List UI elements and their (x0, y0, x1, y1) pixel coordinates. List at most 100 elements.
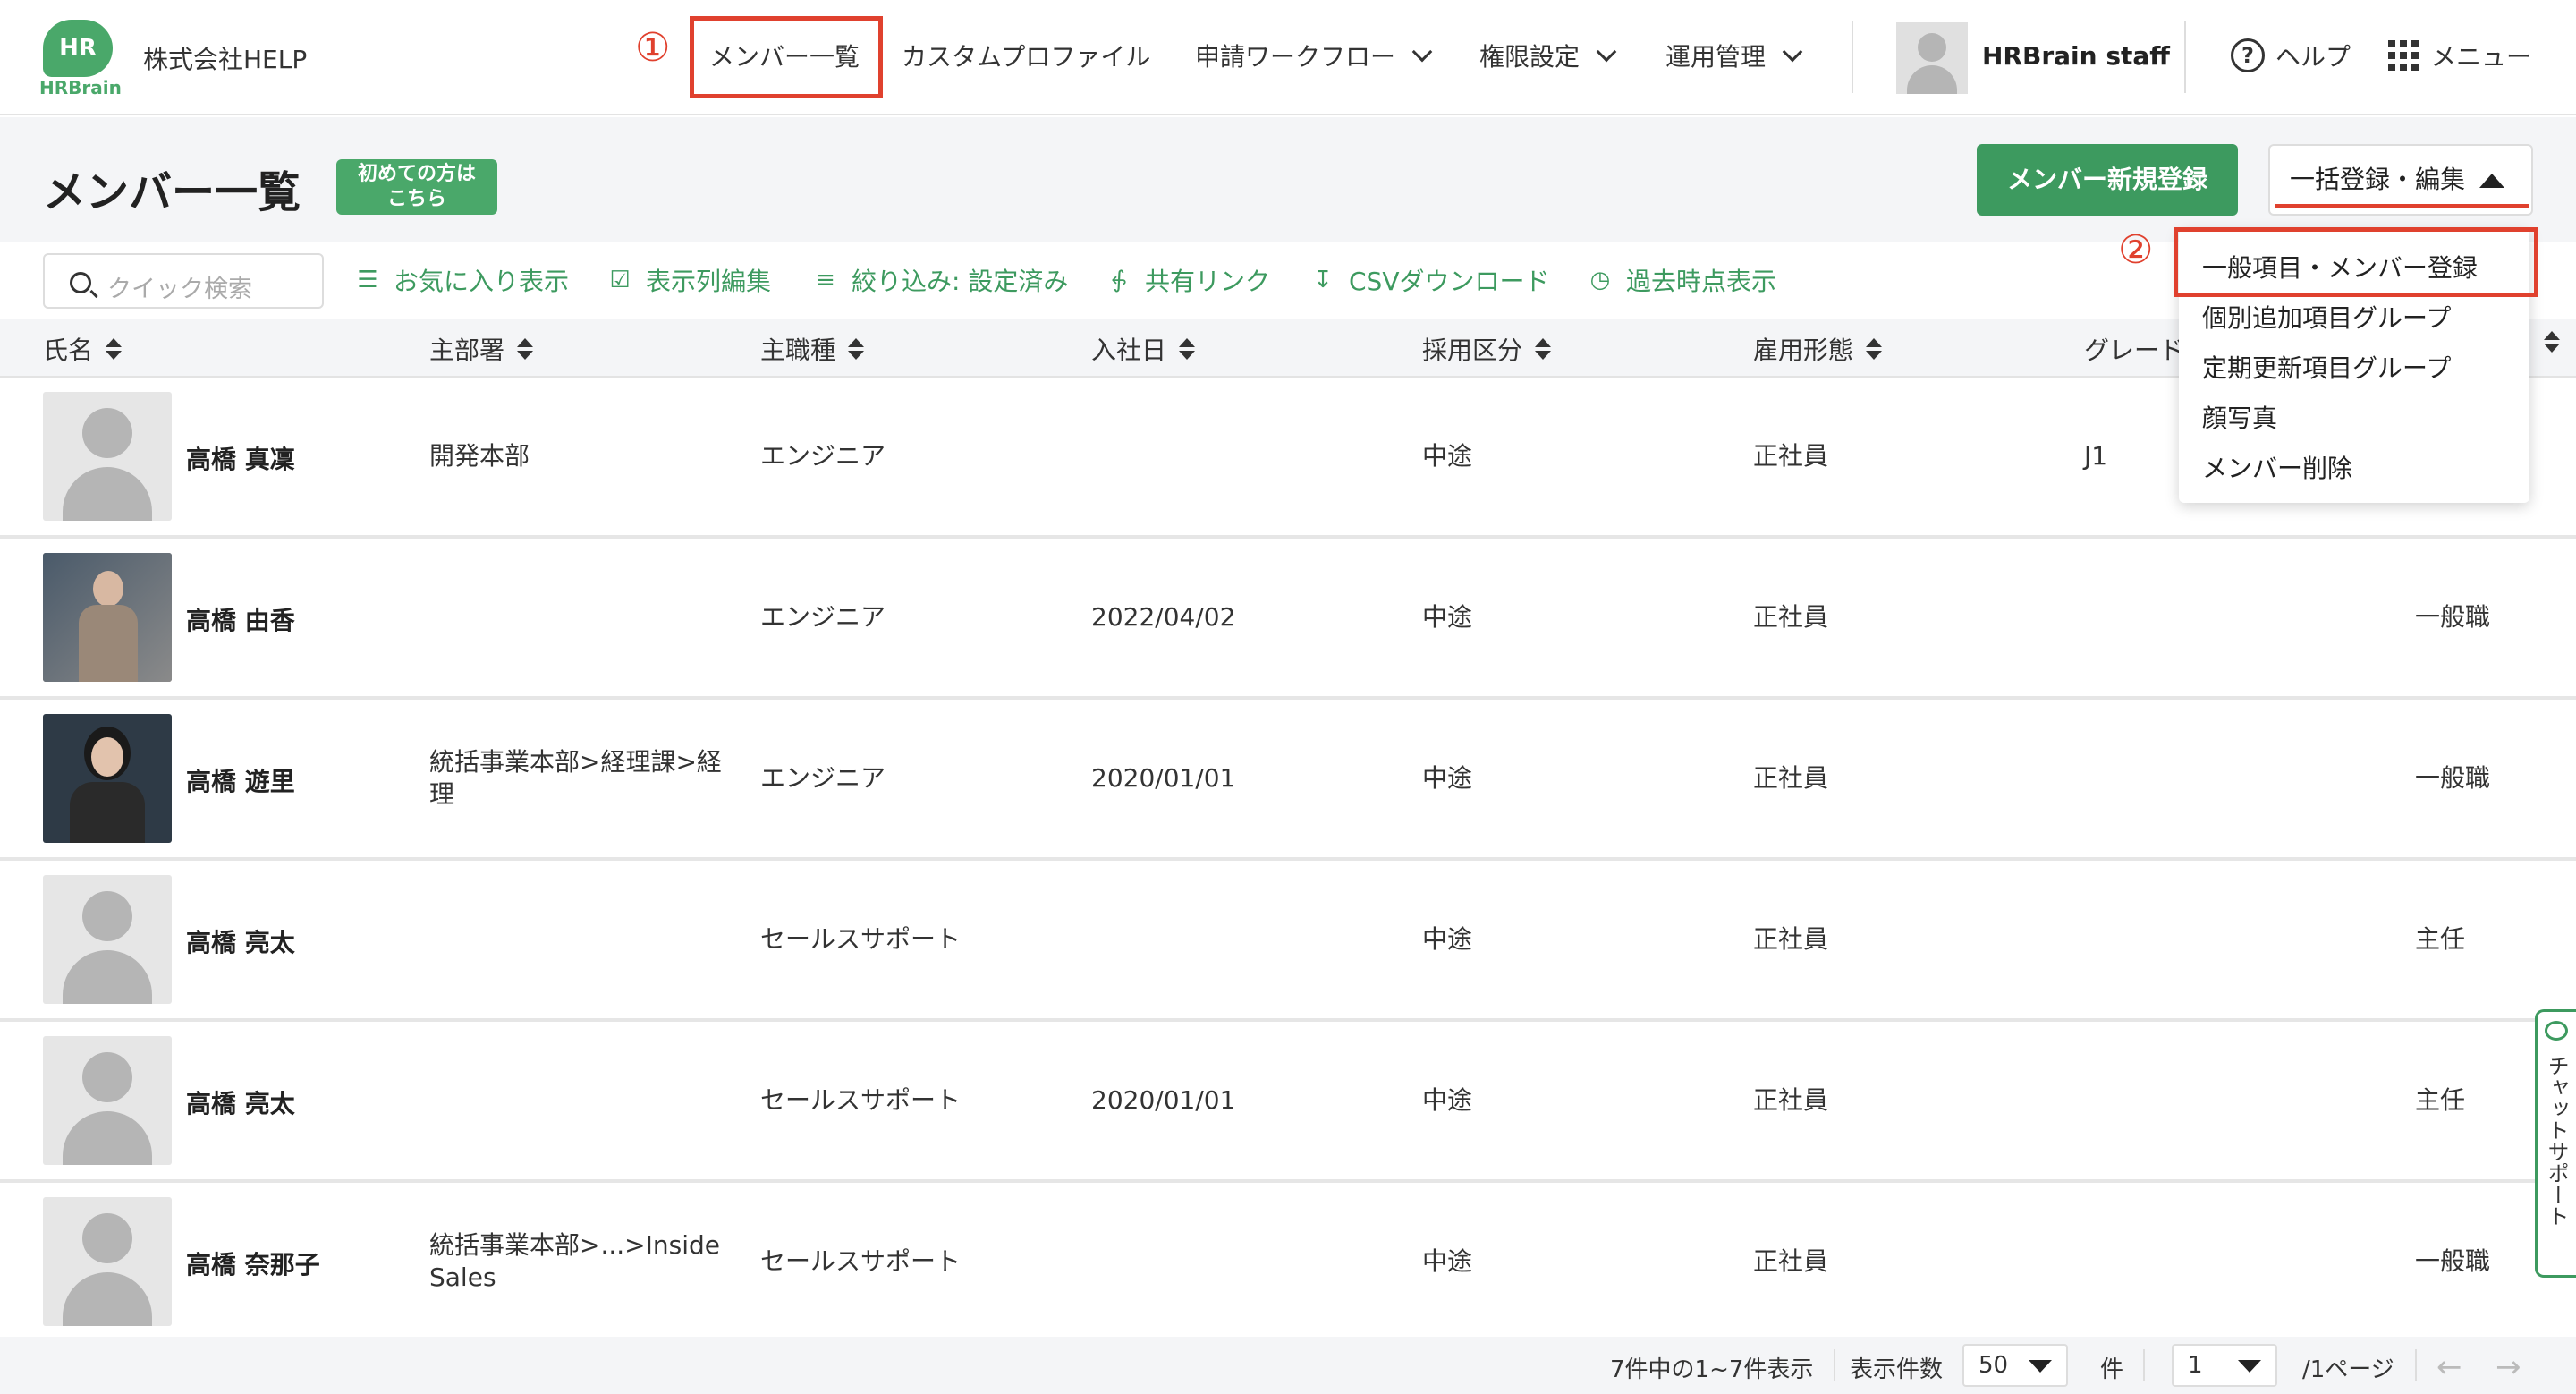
nav-item-operations[interactable]: 運用管理 (1665, 38, 1803, 73)
chat-support-tab[interactable]: チャットサポート (2535, 1009, 2576, 1278)
column-header-department[interactable]: 主部署 (429, 331, 534, 367)
page-total: /1ページ (2302, 1356, 2394, 1383)
column-header-employment[interactable]: 雇用形態 (1753, 331, 1883, 367)
member-photo (43, 714, 172, 843)
nav-item-member-list[interactable]: メンバー一覧 (709, 38, 860, 73)
table-row[interactable]: 高橋 奈那子 統括事業本部>...>Inside Sales セールスサポート … (0, 1183, 2576, 1337)
nav-item-label: 運用管理 (1665, 42, 1767, 72)
member-name[interactable]: 高橋 亮太 (186, 923, 295, 959)
member-photo (43, 1197, 172, 1326)
menu-item-individual-group[interactable]: 個別追加項目グループ (2202, 299, 2451, 335)
member-name[interactable]: 高橋 真凜 (186, 440, 295, 476)
page-select[interactable]: 1 (2172, 1344, 2277, 1387)
cell-job: セールスサポート (760, 1085, 962, 1115)
highlight-box-general-register (2174, 227, 2538, 297)
cell-hire-type: 中途 (1422, 1246, 1473, 1276)
table-row[interactable]: 高橋 遊里 統括事業本部>経理課>経理 エンジニア 2020/01/01 中途 … (0, 700, 2576, 861)
step-2-marker: ② (2118, 227, 2154, 273)
logo-wordmark: HRBrain (39, 77, 122, 98)
caret-down-icon (2029, 1360, 2052, 1373)
page-title: メンバー一覧 (43, 167, 301, 217)
cell-employment: 正社員 (1753, 1246, 1829, 1276)
grid-menu-icon (2388, 40, 2419, 71)
per-page-unit: 件 (2100, 1356, 2124, 1383)
menu-button[interactable]: メニュー (2388, 38, 2531, 73)
user-avatar[interactable] (1896, 22, 1968, 94)
menu-item-delete-member[interactable]: メンバー削除 (2202, 449, 2352, 485)
search-icon (70, 272, 91, 293)
table-row[interactable]: 高橋 由香 エンジニア 2022/04/02 中途 正社員 一般職 (0, 539, 2576, 700)
nav-item-custom-profile[interactable]: カスタムプロファイル (902, 38, 1150, 73)
cell-title: 主任 (2415, 1085, 2466, 1115)
footer-divider (2143, 1349, 2145, 1381)
edit-columns-button[interactable]: ☑ 表示列編集 (605, 262, 771, 298)
help-link[interactable]: ? ヘルプ (2231, 38, 2351, 73)
sort-icon (1866, 338, 1883, 360)
cell-hire-type: 中途 (1422, 924, 1473, 954)
filter-button[interactable]: ≡ 絞り込み: 設定済み (810, 262, 1068, 298)
nav-item-label: メンバー一覧 (709, 42, 860, 72)
help-label: ヘルプ (2275, 42, 2351, 72)
cell-join-date: 2022/04/02 (1091, 602, 1236, 632)
column-header-title-sort[interactable] (2544, 331, 2560, 353)
member-name[interactable]: 高橋 由香 (186, 601, 295, 637)
column-header-hire-type[interactable]: 採用区分 (1422, 331, 1552, 367)
cell-job: エンジニア (760, 602, 886, 632)
new-member-button[interactable]: メンバー新規登録 (1977, 144, 2238, 216)
csv-label: CSVダウンロード (1349, 267, 1550, 296)
search-input[interactable]: クイック検索 (43, 253, 324, 309)
next-page-button[interactable]: → (2496, 1349, 2521, 1385)
header-divider (1852, 21, 1853, 93)
share-link-button[interactable]: ⨗ 共有リンク (1104, 262, 1270, 298)
column-header-job[interactable]: 主職種 (760, 331, 865, 367)
cell-job: エンジニア (760, 441, 886, 471)
column-header-label: グレード (2084, 336, 2185, 365)
clock-icon: ◷ (1589, 267, 1611, 293)
checklist-icon: ☑ (609, 267, 631, 293)
hrbrain-logo[interactable]: HR HRBrain (39, 20, 122, 98)
beginner-guide-button[interactable]: 初めての方は こちら (336, 159, 497, 215)
table-row[interactable]: 高橋 亮太 セールスサポート 2020/01/01 中途 正社員 主任 (0, 1022, 2576, 1183)
cell-join-date: 2020/01/01 (1091, 763, 1236, 793)
list-icon: ☰ (357, 267, 378, 293)
column-header-join-date[interactable]: 入社日 (1091, 331, 1196, 367)
column-header-label: 主職種 (760, 336, 836, 365)
avatar-head (1918, 33, 1946, 62)
column-header-grade[interactable]: グレード (2084, 331, 2184, 367)
step-1-marker: ① (635, 25, 671, 71)
per-page-value: 50 (1979, 1352, 2009, 1379)
avatar-body (1907, 65, 1957, 94)
menu-item-periodic-group[interactable]: 定期更新項目グループ (2202, 349, 2451, 385)
menu-label: メニュー (2431, 42, 2532, 72)
chat-icon (2545, 1021, 2568, 1041)
favorites-button[interactable]: ☰ お気に入り表示 (352, 262, 569, 298)
csv-download-button[interactable]: ↧ CSVダウンロード (1308, 262, 1549, 298)
cell-hire-type: 中途 (1422, 441, 1473, 471)
chevron-down-icon (1411, 41, 1433, 63)
cell-employment: 正社員 (1753, 763, 1829, 793)
nav-item-label: カスタムプロファイル (902, 42, 1151, 72)
footer-divider (1834, 1349, 1835, 1381)
sort-icon (1535, 338, 1552, 360)
prev-page-button[interactable]: ← (2436, 1349, 2462, 1385)
user-name[interactable]: HRBrain staff (1982, 41, 2170, 71)
cell-employment: 正社員 (1753, 441, 1829, 471)
nav-item-workflow[interactable]: 申請ワークフロー (1195, 38, 1433, 73)
per-page-select[interactable]: 50 (1962, 1344, 2068, 1387)
history-view-button[interactable]: ◷ 過去時点表示 (1585, 262, 1776, 298)
table-row[interactable]: 高橋 亮太 セールスサポート 中途 正社員 主任 (0, 861, 2576, 1022)
column-header-label: 入社日 (1091, 336, 1167, 365)
footer-divider (2415, 1349, 2417, 1381)
column-header-name[interactable]: 氏名 (43, 331, 123, 367)
nav-item-permissions[interactable]: 権限設定 (1479, 38, 1617, 73)
menu-item-face-photo[interactable]: 顔写真 (2202, 399, 2277, 435)
member-name[interactable]: 高橋 遊里 (186, 762, 295, 798)
cell-title: 一般職 (2415, 763, 2491, 793)
member-name[interactable]: 高橋 亮太 (186, 1084, 295, 1120)
filter-icon: ≡ (816, 267, 835, 293)
column-header-label: 雇用形態 (1753, 336, 1854, 365)
result-summary: 7件中の1~7件表示 (1610, 1356, 1814, 1383)
member-name[interactable]: 高橋 奈那子 (186, 1245, 320, 1281)
bulk-edit-label: 一括登録・編集 (2290, 165, 2466, 194)
chevron-down-icon (1782, 41, 1803, 63)
